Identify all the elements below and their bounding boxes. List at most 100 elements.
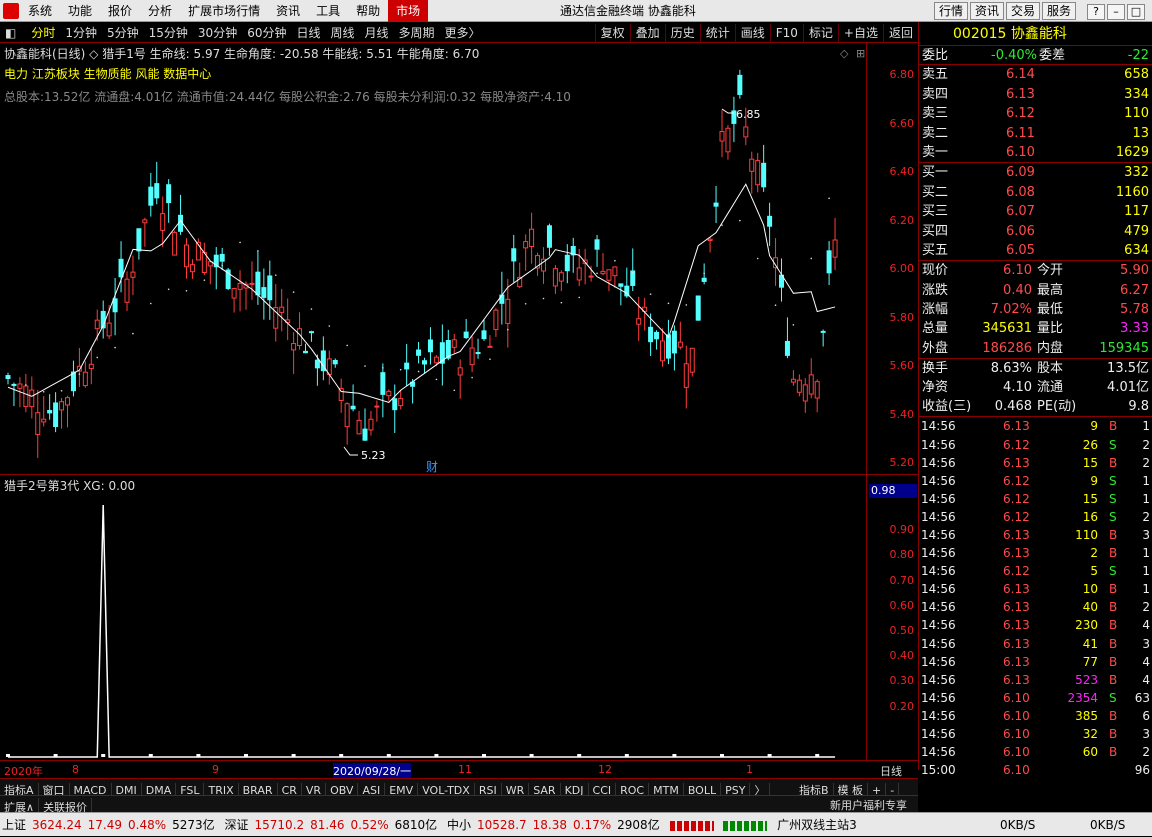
menu-item-1[interactable]: 功能 bbox=[60, 0, 100, 22]
menu-item-0[interactable]: 系统 bbox=[20, 0, 60, 22]
level-row[interactable]: 卖二 6.11 13 bbox=[919, 124, 1152, 143]
tick-volume: 110 bbox=[1075, 527, 1098, 542]
chart-tool-5[interactable]: F10 bbox=[769, 24, 803, 43]
period-9[interactable]: 多周期 bbox=[394, 23, 440, 44]
stat-label: 收益(三) bbox=[922, 399, 972, 415]
tick-volume: 26 bbox=[1082, 437, 1098, 452]
tick-price: 6.13 bbox=[1003, 654, 1030, 669]
period-8[interactable]: 月线 bbox=[360, 23, 394, 44]
expand-icon[interactable]: ⊞ bbox=[856, 47, 865, 60]
bull-line-dot bbox=[42, 390, 45, 393]
chart-tool-2[interactable]: 历史 bbox=[664, 24, 700, 43]
top-button-0[interactable]: 行情 bbox=[934, 2, 969, 20]
level-label: 买一 bbox=[922, 165, 949, 181]
bull-line-dot bbox=[328, 325, 331, 327]
weibi-label: 委比 bbox=[922, 48, 949, 63]
candle bbox=[207, 261, 213, 285]
server-site[interactable]: 广州双线主站3 bbox=[777, 813, 857, 837]
tick-price: 6.13 bbox=[1003, 582, 1030, 597]
level-row[interactable]: 买二 6.08 1160 bbox=[919, 183, 1152, 202]
level-row[interactable]: 买四 6.06 479 bbox=[919, 222, 1152, 241]
main-chart[interactable]: 协鑫能科(日线) ◇ 猎手1号 生命线: 5.97 生命角度: -20.58 牛… bbox=[0, 43, 918, 475]
level-price: 6.07 bbox=[1006, 204, 1035, 220]
level-label: 卖三 bbox=[922, 106, 949, 122]
menu-item-8[interactable]: 市场 bbox=[388, 0, 429, 22]
period-7[interactable]: 周线 bbox=[326, 23, 360, 44]
candle bbox=[463, 318, 469, 339]
indicator-chart[interactable]: 猎手2号第3代 XG: 0.00 0.98 0.90 0.80 0.70 0.60 0.… bbox=[0, 475, 918, 760]
level-row[interactable]: 买一 6.09 332 bbox=[919, 163, 1152, 182]
period-0[interactable]: 分时 bbox=[26, 23, 60, 44]
candle bbox=[362, 408, 368, 441]
toggle-icon[interactable]: ◧ bbox=[0, 23, 21, 44]
zx-index-value: 10528.7 bbox=[477, 818, 527, 832]
weibi-row: 委比 -0.40% 委差 -22 bbox=[919, 46, 1152, 66]
level-row[interactable]: 卖三 6.12 110 bbox=[919, 104, 1152, 123]
stat-value: 6.10 bbox=[1003, 263, 1032, 279]
menu-item-4[interactable]: 扩展市场行情 bbox=[180, 0, 268, 22]
candle bbox=[29, 376, 35, 419]
tick-count: 4 bbox=[1142, 672, 1150, 687]
candle bbox=[725, 125, 731, 160]
bull-line-dot bbox=[292, 291, 295, 293]
help-icon[interactable]: ? bbox=[1087, 4, 1105, 20]
chart-tool-1[interactable]: 叠加 bbox=[629, 24, 665, 43]
tick-price: 6.10 bbox=[1003, 745, 1030, 760]
bull-line-dot bbox=[596, 272, 598, 275]
tick-volume: 15 bbox=[1082, 491, 1098, 506]
stat-row: 净资 4.10 流通 4.01亿 bbox=[919, 378, 1152, 397]
tick-row: 14:56 6.10 60 B 2 bbox=[919, 743, 1152, 761]
candle bbox=[499, 271, 505, 325]
menu-item-2[interactable]: 报价 bbox=[100, 0, 140, 22]
period-6[interactable]: 日线 bbox=[291, 23, 325, 44]
tick-row: 14:56 6.13 9 B 1 bbox=[919, 417, 1152, 435]
tick-count: 2 bbox=[1142, 437, 1150, 452]
level-row[interactable]: 卖一 6.10 1629 bbox=[919, 143, 1152, 162]
price-axis: 6.80 6.60 6.40 6.20 6.00 5.80 5.60 5.40 5.20 bbox=[866, 43, 918, 475]
tick-list[interactable]: 14:56 6.13 9 B 1 14:56 6.12 26 S 2 14:56 6.13 15 B 2 14… bbox=[919, 416, 1152, 779]
chart-tool-4[interactable]: 画线 bbox=[734, 24, 770, 43]
menu-item-3[interactable]: 分析 bbox=[140, 0, 180, 22]
menu-item-6[interactable]: 工具 bbox=[308, 0, 348, 22]
period-1[interactable]: 1分钟 bbox=[60, 23, 102, 44]
candle bbox=[707, 236, 713, 253]
restore-icon[interactable]: □ bbox=[1127, 4, 1145, 20]
level-row[interactable]: 卖四 6.13 334 bbox=[919, 85, 1152, 104]
menu-item-5[interactable]: 资讯 bbox=[268, 0, 308, 22]
level-row[interactable]: 买五 6.05 634 bbox=[919, 241, 1152, 260]
level-row[interactable]: 买三 6.07 117 bbox=[919, 202, 1152, 221]
period-2[interactable]: 5分钟 bbox=[102, 23, 144, 44]
level-row[interactable]: 卖五 6.14 658 bbox=[919, 65, 1152, 84]
tick-time: 14:56 bbox=[921, 727, 956, 742]
kline-svg[interactable]: 6.85 5.23 财 ◇ ⊞ bbox=[0, 43, 918, 475]
period-10[interactable]: 更多〉 bbox=[440, 23, 486, 44]
tick-volume: 523 bbox=[1075, 672, 1098, 687]
tick-price: 6.13 bbox=[1003, 546, 1030, 561]
chart-tool-0[interactable]: 复权 bbox=[594, 24, 630, 43]
candle bbox=[713, 185, 719, 223]
candle bbox=[457, 359, 463, 399]
tick-count: 1 bbox=[1142, 473, 1150, 488]
chart-tool-8[interactable]: 返回 bbox=[882, 24, 918, 43]
stat-value-2: 9.8 bbox=[1128, 399, 1149, 415]
period-3[interactable]: 15分钟 bbox=[144, 23, 193, 44]
chart-tool-6[interactable]: 标记 bbox=[802, 24, 838, 43]
finance-marker[interactable]: 财 bbox=[426, 460, 438, 474]
candle bbox=[719, 110, 725, 158]
diamond-icon[interactable]: ◇ bbox=[840, 47, 849, 60]
stat-row: 涨跌 0.40 最高 6.27 bbox=[919, 281, 1152, 300]
period-5[interactable]: 60分钟 bbox=[242, 23, 291, 44]
candle bbox=[178, 194, 184, 235]
menu-item-7[interactable]: 帮助 bbox=[348, 0, 388, 22]
indicator-line bbox=[8, 504, 836, 758]
top-button-1[interactable]: 资讯 bbox=[970, 2, 1005, 20]
chart-tool-3[interactable]: 统计 bbox=[699, 24, 735, 43]
top-button-2[interactable]: 交易 bbox=[1006, 2, 1041, 20]
promo-link[interactable]: 新用户福利专享 bbox=[830, 797, 907, 813]
top-button-3[interactable]: 服务 bbox=[1042, 2, 1077, 20]
minimize-icon[interactable]: – bbox=[1107, 4, 1125, 20]
candle bbox=[374, 400, 380, 422]
chart-tool-7[interactable]: +自选 bbox=[837, 24, 883, 43]
period-4[interactable]: 30分钟 bbox=[193, 23, 242, 44]
indicator-svg[interactable] bbox=[0, 475, 918, 760]
